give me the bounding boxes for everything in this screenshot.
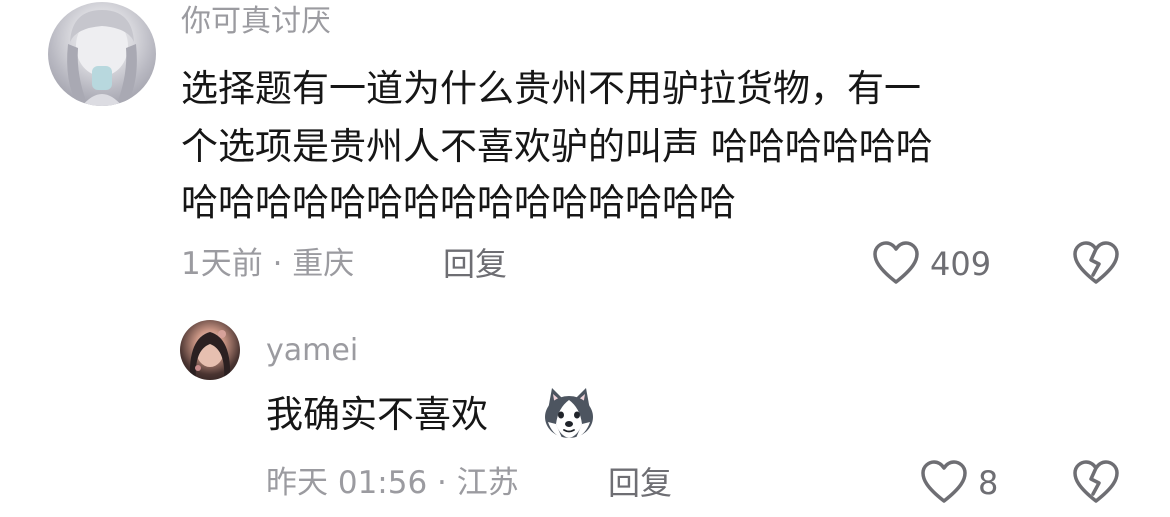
comment-meta: 1天前 · 重庆	[181, 246, 355, 282]
reply-username[interactable]: yamei	[266, 333, 358, 369]
broken-heart-icon	[1073, 460, 1119, 503]
reply-text-content: 我确实不喜欢	[266, 393, 488, 436]
reply-like-count: 8	[978, 464, 999, 502]
reply-button[interactable]: 回复	[443, 246, 507, 282]
comment-text-line-1: 选择题有一道为什么贵州不用驴拉货物，有一	[181, 67, 921, 110]
avatar-illustration	[67, 10, 137, 106]
dislike-button[interactable]	[1072, 240, 1120, 286]
reply-avatar[interactable]	[180, 320, 240, 380]
comment-text-line-2: 个选项是贵州人不喜欢驴的叫声 哈哈哈哈哈哈	[181, 125, 933, 168]
reply-like-button[interactable]	[920, 459, 968, 505]
avatar[interactable]	[48, 2, 156, 106]
heart-outline-icon	[921, 460, 967, 503]
like-button[interactable]	[872, 240, 920, 286]
husky-dog-icon	[540, 384, 598, 442]
reply-meta: 昨天 01:56 · 江苏	[266, 465, 519, 501]
reply-avatar-photo	[189, 330, 231, 380]
reply-reply-button[interactable]: 回复	[608, 465, 672, 501]
heart-outline-icon	[873, 241, 919, 284]
reply-text: 我确实不喜欢	[266, 388, 488, 441]
reply-dislike-button[interactable]	[1072, 459, 1120, 505]
comment-username[interactable]: 你可真讨厌	[181, 4, 331, 40]
comment-text-line-3: 哈哈哈哈哈哈哈哈哈哈哈哈哈哈哈	[181, 181, 736, 224]
like-count: 409	[930, 245, 992, 283]
broken-heart-icon	[1073, 241, 1119, 284]
